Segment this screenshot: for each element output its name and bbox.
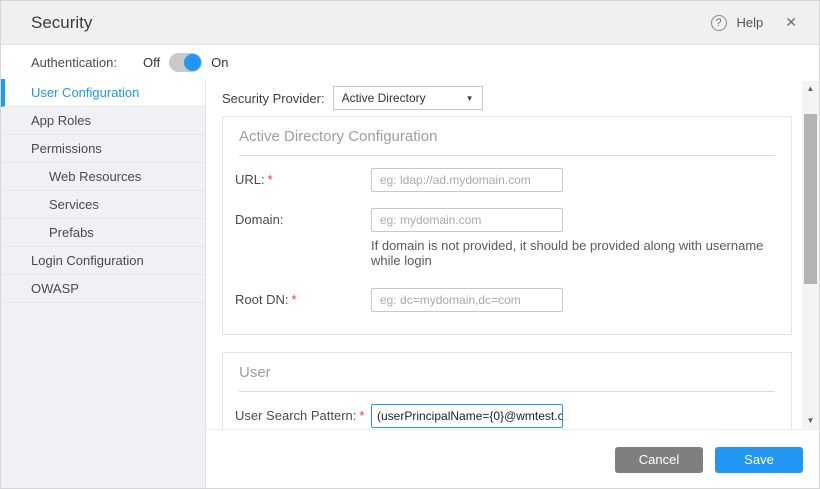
security-provider-row: Security Provider: Active Directory ▼ <box>206 79 802 114</box>
authentication-label: Authentication: <box>31 55 117 70</box>
sidebar-item-app-roles[interactable]: App Roles <box>1 107 205 135</box>
url-label: URL:* <box>235 168 371 192</box>
titlebar-actions: ? Help ✕ <box>711 14 797 31</box>
section-title: User <box>239 353 775 392</box>
authentication-toggle[interactable] <box>169 53 202 72</box>
user-search-pattern-label: User Search Pattern:* <box>235 404 371 428</box>
security-provider-value: Active Directory <box>342 91 426 105</box>
sidebar: User Configuration App Roles Permissions… <box>1 79 206 489</box>
domain-field-row: Domain: <box>223 200 791 240</box>
root-dn-label: Root DN:* <box>235 288 371 312</box>
required-marker: * <box>359 408 364 423</box>
user-search-pattern-field-row: User Search Pattern:* (userPrincipalName… <box>223 396 791 429</box>
footer-actions: Cancel Save <box>206 429 819 489</box>
domain-label-text: Domain: <box>235 212 283 227</box>
domain-label: Domain: <box>235 208 371 232</box>
user-search-pattern-label-text: User Search Pattern: <box>235 408 356 423</box>
scroll-up-arrow-icon[interactable]: ▲ <box>802 81 819 97</box>
titlebar: Security ? Help ✕ <box>1 1 819 45</box>
domain-helper-text: If domain is not provided, it should be … <box>371 238 791 268</box>
scrollbar-thumb[interactable] <box>804 114 817 284</box>
chevron-down-icon: ▼ <box>466 94 474 103</box>
help-link[interactable]: Help <box>737 15 764 30</box>
required-marker: * <box>268 172 273 187</box>
toggle-on-label: On <box>211 55 228 70</box>
security-provider-label: Security Provider: <box>222 91 325 106</box>
section-title: Active Directory Configuration <box>239 117 775 156</box>
sidebar-item-web-resources[interactable]: Web Resources <box>1 163 205 191</box>
cancel-button[interactable]: Cancel <box>615 447 703 473</box>
user-search-pattern-input[interactable]: (userPrincipalName={0}@wmtest.com) <box>371 404 563 428</box>
user-section: User User Search Pattern:* (userPrincipa… <box>222 352 792 429</box>
close-icon[interactable]: ✕ <box>785 14 797 31</box>
dialog-body: User Configuration App Roles Permissions… <box>1 79 819 489</box>
required-marker: * <box>291 292 296 307</box>
root-dn-field-row: Root DN:* <box>223 280 791 320</box>
section-body: User Search Pattern:* (userPrincipalName… <box>223 392 791 429</box>
url-input[interactable] <box>371 168 563 192</box>
root-dn-input[interactable] <box>371 288 563 312</box>
sidebar-item-owasp[interactable]: OWASP <box>1 275 205 303</box>
toggle-off-label: Off <box>143 55 160 70</box>
sidebar-item-login-configuration[interactable]: Login Configuration <box>1 247 205 275</box>
root-dn-label-text: Root DN: <box>235 292 288 307</box>
sidebar-item-permissions[interactable]: Permissions <box>1 135 205 163</box>
authentication-row: Authentication: Off On <box>1 45 819 79</box>
url-label-text: URL: <box>235 172 265 187</box>
domain-input[interactable] <box>371 208 563 232</box>
security-provider-select[interactable]: Active Directory ▼ <box>333 86 483 110</box>
page-title: Security <box>31 13 92 33</box>
section-body: URL:* Domain: If domain is not provided,… <box>223 156 791 334</box>
active-directory-configuration-section: Active Directory Configuration URL:* Dom… <box>222 116 792 335</box>
help-icon[interactable]: ? <box>711 15 727 31</box>
sidebar-item-prefabs[interactable]: Prefabs <box>1 219 205 247</box>
scroll-viewport: Security Provider: Active Directory ▼ Ac… <box>206 79 819 429</box>
scroll-down-arrow-icon[interactable]: ▼ <box>802 413 819 429</box>
main-panel: Security Provider: Active Directory ▼ Ac… <box>206 79 819 489</box>
vertical-scrollbar[interactable]: ▲ ▼ <box>802 81 819 429</box>
sidebar-item-user-configuration[interactable]: User Configuration <box>1 79 205 107</box>
sidebar-item-services[interactable]: Services <box>1 191 205 219</box>
security-dialog: Security ? Help ✕ Authentication: Off On… <box>0 0 820 489</box>
toggle-knob <box>184 54 201 71</box>
url-field-row: URL:* <box>223 160 791 200</box>
save-button[interactable]: Save <box>715 447 803 473</box>
